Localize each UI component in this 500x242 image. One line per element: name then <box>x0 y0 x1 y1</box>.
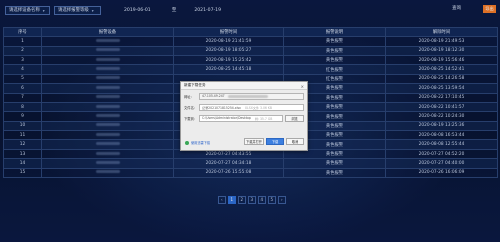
url-value: 47.105.49.247 <box>202 94 225 99</box>
browse-button[interactable]: 浏览 <box>285 115 304 122</box>
path-label: 下载到： <box>184 117 198 121</box>
url-field: 47.105.49.247 <box>199 93 304 100</box>
thunder-download-link[interactable]: 使用迅雷下载 <box>185 140 210 145</box>
dialog-title-bar: 新建下载任务 × <box>181 82 307 90</box>
url-label: 网址： <box>184 95 194 99</box>
path-row: 下载到： <box>184 116 197 121</box>
dialog-title: 新建下载任务 <box>184 83 206 87</box>
url-row: 网址： <box>184 94 194 99</box>
filename-row: 文件名： <box>184 105 197 110</box>
redacted-text <box>227 94 268 98</box>
filename-value: 记录2021071815254.xlsx <box>202 105 241 110</box>
cancel-button[interactable]: 取消 <box>286 138 304 145</box>
thunder-link-label: 使用迅雷下载 <box>191 141 211 145</box>
filename-label: 文件名： <box>184 106 198 110</box>
path-value: C:\Users\Administrator\Desktop <box>202 116 251 121</box>
download-dialog: 新建下载任务 × 网址： 47.105.49.247 文件名： 记录202107… <box>180 81 308 151</box>
path-input[interactable]: C:\Users\Administrator\Desktop 剩: 35.7 G… <box>199 115 283 122</box>
thunder-icon <box>185 140 189 145</box>
close-icon[interactable]: × <box>301 84 304 89</box>
filename-input[interactable]: 记录2021071815254.xlsx XLSX文件 3.06 KB <box>199 104 304 111</box>
download-and-open-button[interactable]: 下载并打开 <box>244 138 264 145</box>
free-space: 剩: 35.7 GB <box>254 116 273 121</box>
filename-size: XLSX文件 3.06 KB <box>244 105 273 110</box>
download-button[interactable]: 下载 <box>266 138 284 145</box>
